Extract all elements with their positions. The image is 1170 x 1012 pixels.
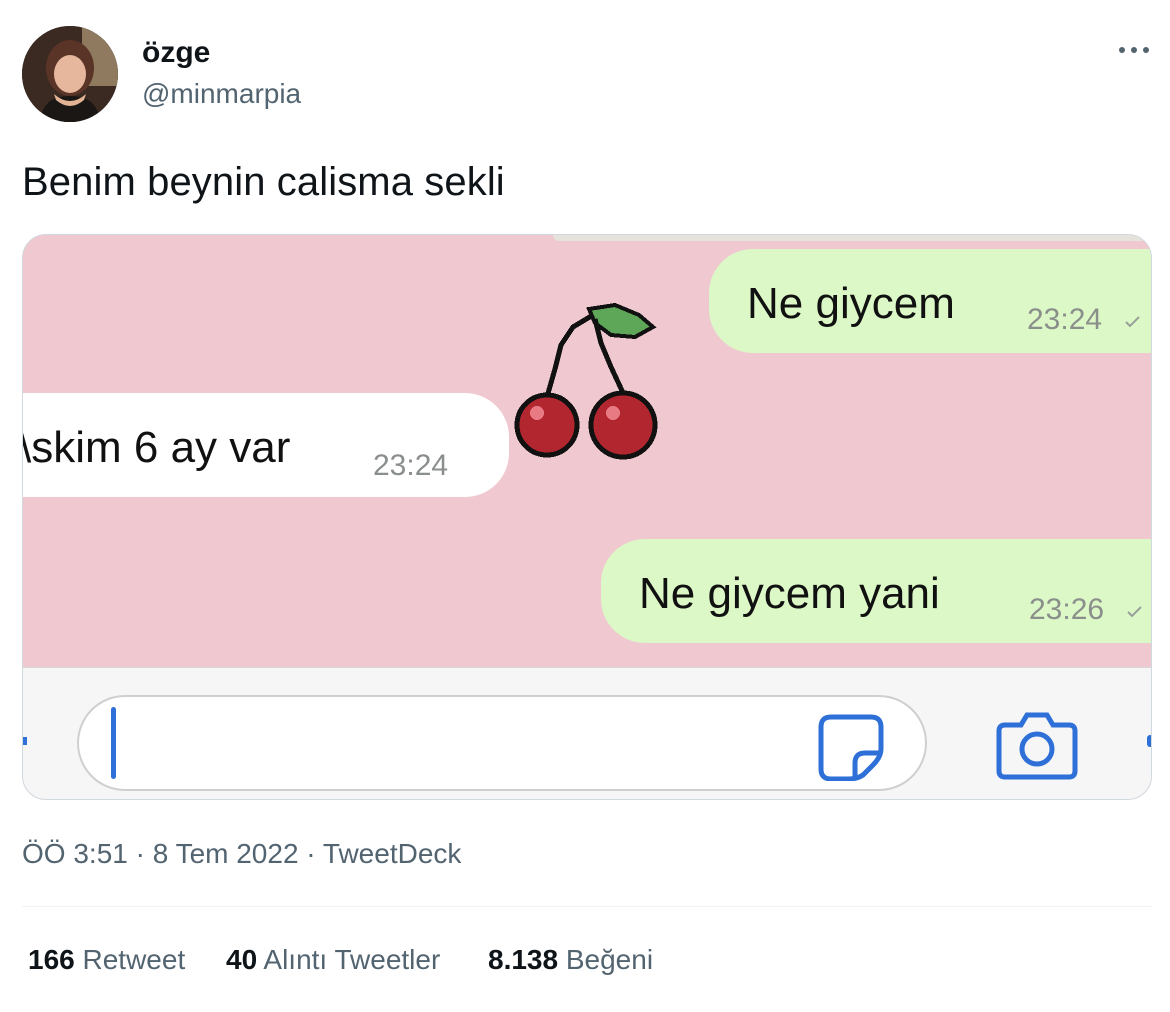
tweet-timestamp[interactable]: ÖÖ 3:51 · 8 Tem 2022 · TweetDeck bbox=[22, 838, 461, 870]
retweets-label: Retweet bbox=[82, 944, 186, 975]
message-text: Ne giycem yani bbox=[639, 569, 940, 618]
text-caret bbox=[111, 707, 116, 779]
tweet-media[interactable]: Ne giycem 23:24 \skim 6 ay var 23:24 Ne … bbox=[22, 234, 1152, 800]
camera-icon[interactable] bbox=[995, 709, 1079, 786]
message-time: 23:24 bbox=[1027, 303, 1103, 336]
quotes-label: Alıntı Tweetler bbox=[263, 944, 441, 975]
retweets-stat[interactable]: 166 Retweet bbox=[28, 944, 185, 976]
previous-message-edge bbox=[553, 235, 1151, 241]
message-time: 23:26 bbox=[1029, 593, 1105, 626]
sticker-icon[interactable] bbox=[817, 713, 885, 786]
tweet-text: Benim beynin calisma sekli bbox=[22, 160, 505, 204]
check-icon bbox=[1123, 313, 1141, 336]
handle[interactable]: @minmarpia bbox=[142, 78, 301, 110]
likes-stat[interactable]: 8.138 Beğeni bbox=[488, 944, 653, 976]
mic-icon[interactable] bbox=[1145, 731, 1151, 756]
display-name[interactable]: özge bbox=[142, 36, 210, 70]
likes-label: Beğeni bbox=[565, 944, 654, 975]
message-bubble-outgoing: Ne giycem 23:24 bbox=[709, 249, 1151, 353]
likes-count: 8.138 bbox=[488, 944, 559, 975]
message-bubble-incoming: \skim 6 ay var 23:24 bbox=[23, 393, 509, 497]
message-bubble-outgoing: Ne giycem yani 23:26 bbox=[601, 539, 1151, 643]
avatar-image bbox=[22, 26, 118, 122]
cherry-icon bbox=[503, 293, 663, 474]
retweets-count: 166 bbox=[28, 944, 75, 975]
quotes-stat[interactable]: 40 Alıntı Tweetler bbox=[226, 944, 440, 976]
avatar[interactable] bbox=[22, 26, 118, 122]
chevron-left-icon bbox=[23, 731, 29, 756]
message-time: 23:24 bbox=[373, 449, 449, 482]
quotes-count: 40 bbox=[226, 944, 258, 975]
message-text: \skim 6 ay var bbox=[22, 423, 291, 472]
divider bbox=[22, 906, 1152, 907]
check-icon bbox=[1125, 603, 1143, 626]
message-input[interactable] bbox=[77, 695, 927, 791]
message-text: Ne giycem bbox=[747, 279, 955, 328]
more-icon[interactable] bbox=[1116, 30, 1152, 66]
